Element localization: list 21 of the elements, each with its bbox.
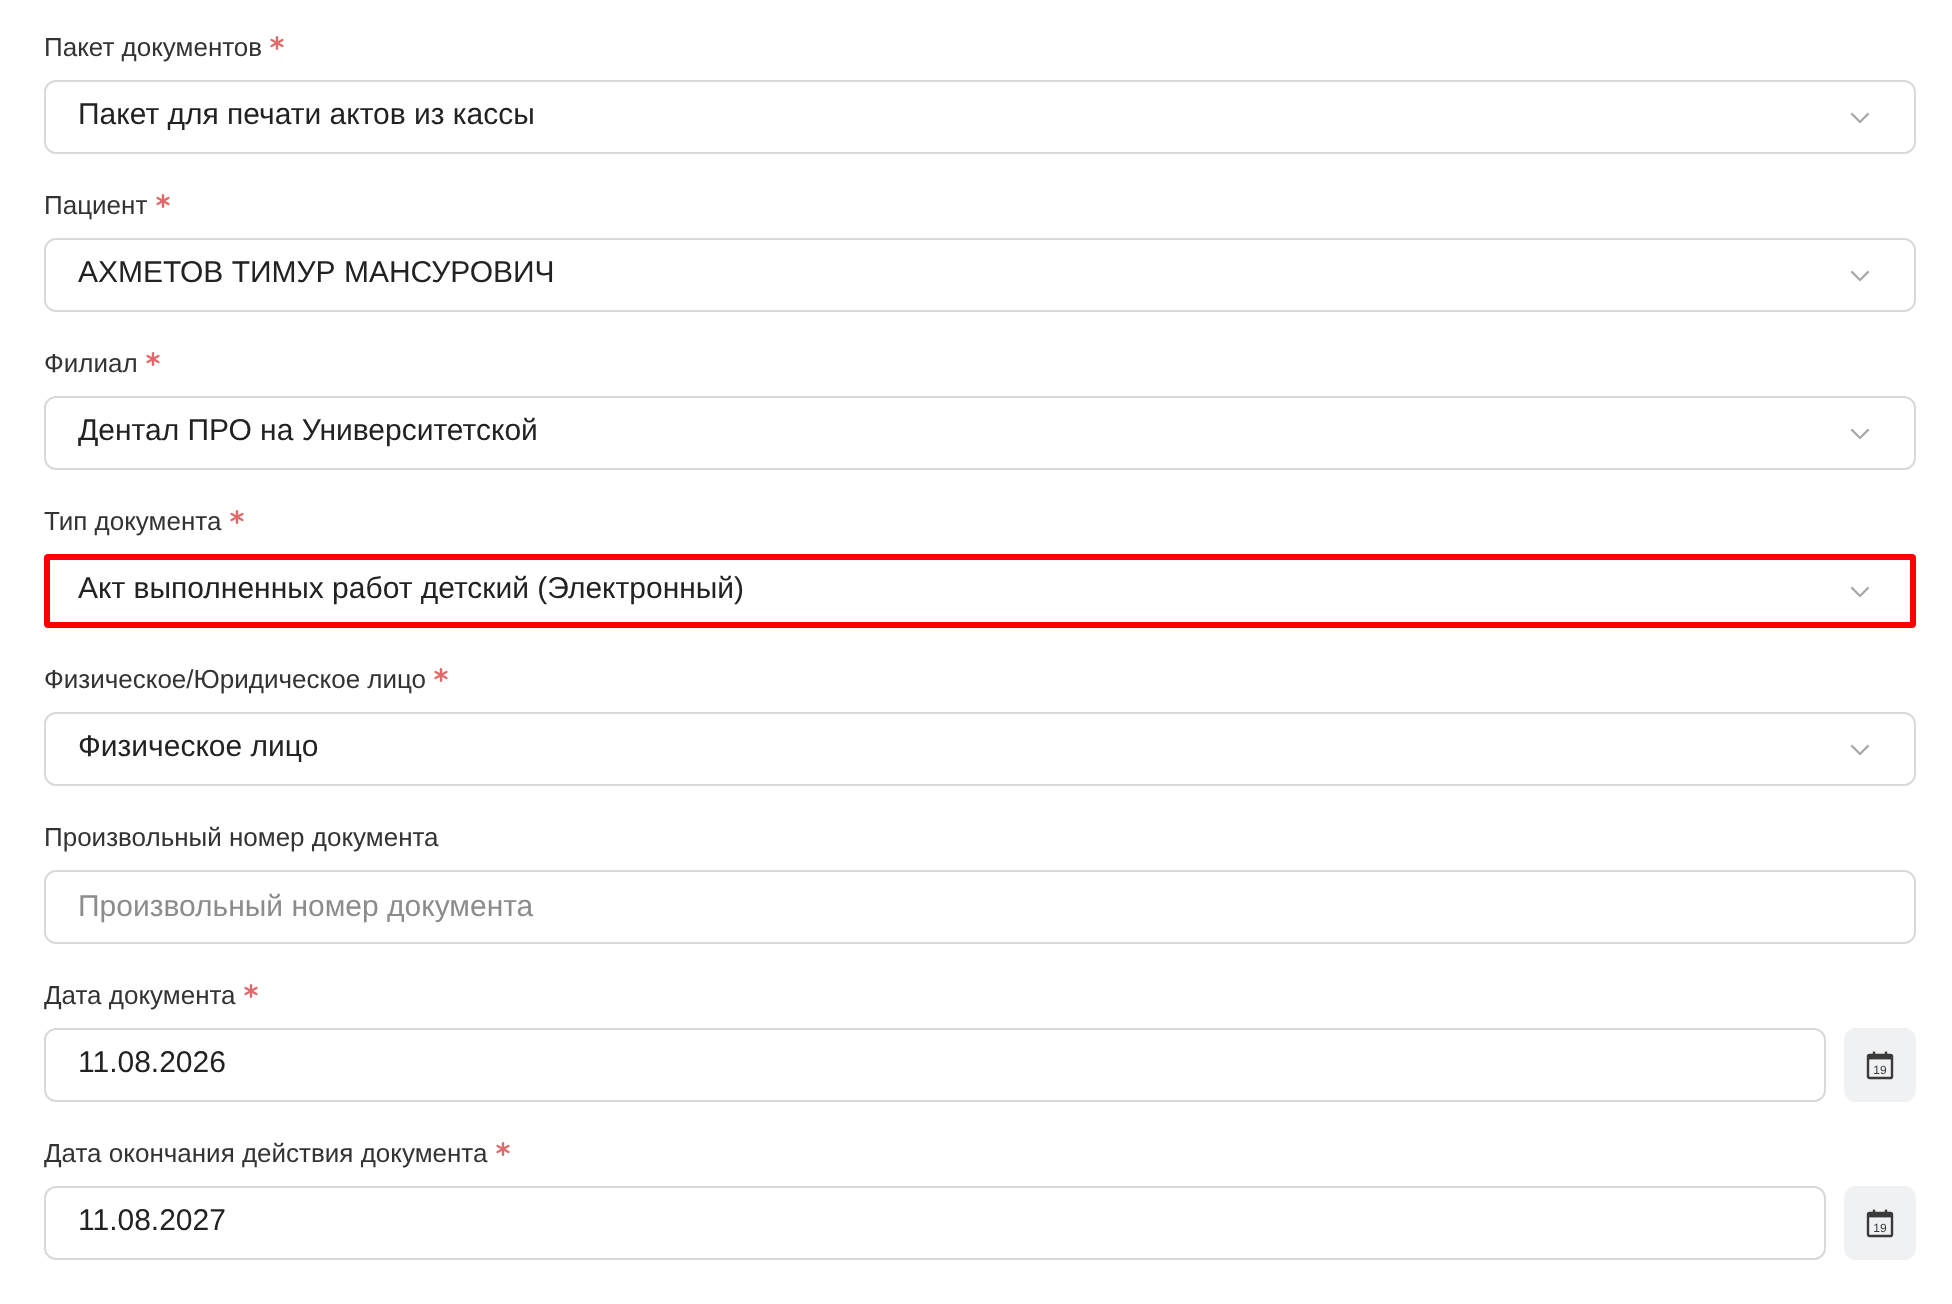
select-field[interactable]: Акт выполненных работ детский (Электронный) <box>44 554 1916 628</box>
select-field[interactable]: Физическое лицо <box>44 712 1916 786</box>
field-label: Филиал <box>44 346 138 383</box>
select-field[interactable]: Пакет для печати актов из кассы <box>44 80 1916 154</box>
select-field[interactable]: Дентал ПРО на Университетской <box>44 396 1916 470</box>
chevron-down-icon <box>1850 585 1870 597</box>
field-label: Дата документа <box>44 978 236 1015</box>
chevron-down-icon <box>1850 427 1870 439</box>
chevron-down-icon <box>1850 269 1870 281</box>
chevron-down-icon <box>1850 111 1870 123</box>
field-label: Дата окончания действия документа <box>44 1136 488 1173</box>
input-field[interactable]: Произвольный номер документа <box>44 870 1916 944</box>
field-label: Пакет документов <box>44 30 263 67</box>
date-field[interactable]: 11.08.2026 <box>44 1028 1826 1102</box>
field-label: Тип документа <box>44 504 222 541</box>
field-label: Произвольный номер документа <box>44 820 439 857</box>
field-label: Пациент <box>44 188 148 225</box>
select-field[interactable]: АХМЕТОВ ТИМУР МАНСУРОВИЧ <box>44 238 1916 312</box>
chevron-down-icon <box>1850 743 1870 755</box>
date-field[interactable]: 11.08.2027 <box>44 1186 1826 1260</box>
field-label: Физическое/Юридическое лицо <box>44 662 427 699</box>
